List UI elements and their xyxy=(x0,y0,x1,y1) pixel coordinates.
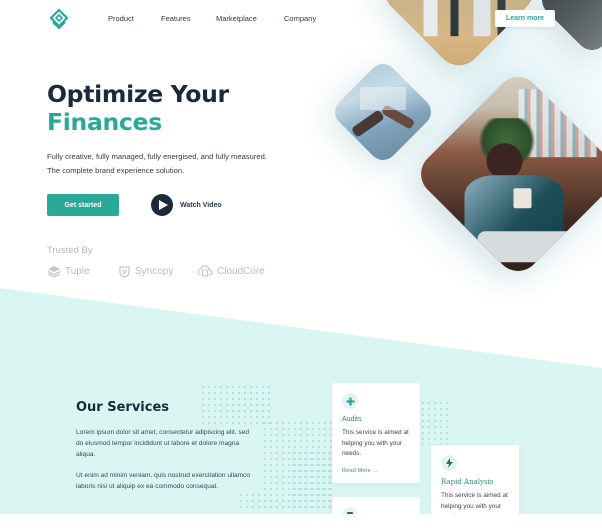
trusted-by-label: Trusted By xyxy=(47,245,93,256)
nav-features[interactable]: Features xyxy=(161,14,191,23)
cloud-database-icon xyxy=(197,265,213,277)
nav-marketplace[interactable]: Marketplace xyxy=(216,14,257,23)
world-map-dots xyxy=(238,492,298,510)
hero-title: Optimize Your Finances xyxy=(47,80,229,136)
get-started-button[interactable]: Get started xyxy=(47,194,119,216)
stack-layers-icon xyxy=(47,266,61,277)
hero-title-line1: Optimize Your xyxy=(47,80,229,108)
play-icon[interactable] xyxy=(151,194,173,216)
service-card-audits[interactable]: Audits This service is aimed at helping … xyxy=(332,383,420,483)
layered-diamond-logo-icon[interactable] xyxy=(48,8,70,32)
brand-syncopy: Syncopy xyxy=(118,265,173,278)
nav-company[interactable]: Company xyxy=(284,14,316,23)
card-title: Audits xyxy=(342,416,362,423)
services-title: Our Services xyxy=(76,400,170,415)
landing-page: Product Features Marketplace Company Lea… xyxy=(0,0,602,530)
gear-flower-icon xyxy=(342,393,358,409)
services-paragraph-2: Ut enim ad minim veniam, quis nostrud ex… xyxy=(76,472,251,490)
hero-subtitle: Fully creative, fully managed, fully ene… xyxy=(47,152,267,175)
card-title: Rapid Analysis xyxy=(441,478,494,486)
services-paragraph-1: Lorem ipsum dolor sit amet, consectetur … xyxy=(76,429,249,458)
learn-more-button[interactable]: Learn more xyxy=(495,10,555,27)
brand-name: Syncopy xyxy=(135,266,174,277)
brand-name: CloudCore xyxy=(217,265,265,277)
service-card-rapid-analysis[interactable]: Rapid Analysis This service is aimed at … xyxy=(431,445,519,525)
read-more-link[interactable]: Read More → xyxy=(342,468,410,474)
nav-product[interactable]: Product xyxy=(108,14,134,23)
world-map-dots xyxy=(420,400,450,445)
shield-v-icon xyxy=(119,266,130,278)
watch-video-label[interactable]: Watch Video xyxy=(180,202,222,209)
brand-cloudcore: CloudCore xyxy=(197,265,265,277)
watch-video-button[interactable]: Watch Video xyxy=(151,194,222,216)
lightning-icon xyxy=(441,455,457,471)
hero-title-line2: Finances xyxy=(47,108,162,136)
brand-tuple: Tuple xyxy=(47,265,90,277)
brand-name: Tuple xyxy=(65,265,90,277)
page-bottom-edge xyxy=(0,514,602,530)
card-text: This service is aimed at helping you wit… xyxy=(342,429,409,457)
world-map-dots xyxy=(230,390,270,420)
